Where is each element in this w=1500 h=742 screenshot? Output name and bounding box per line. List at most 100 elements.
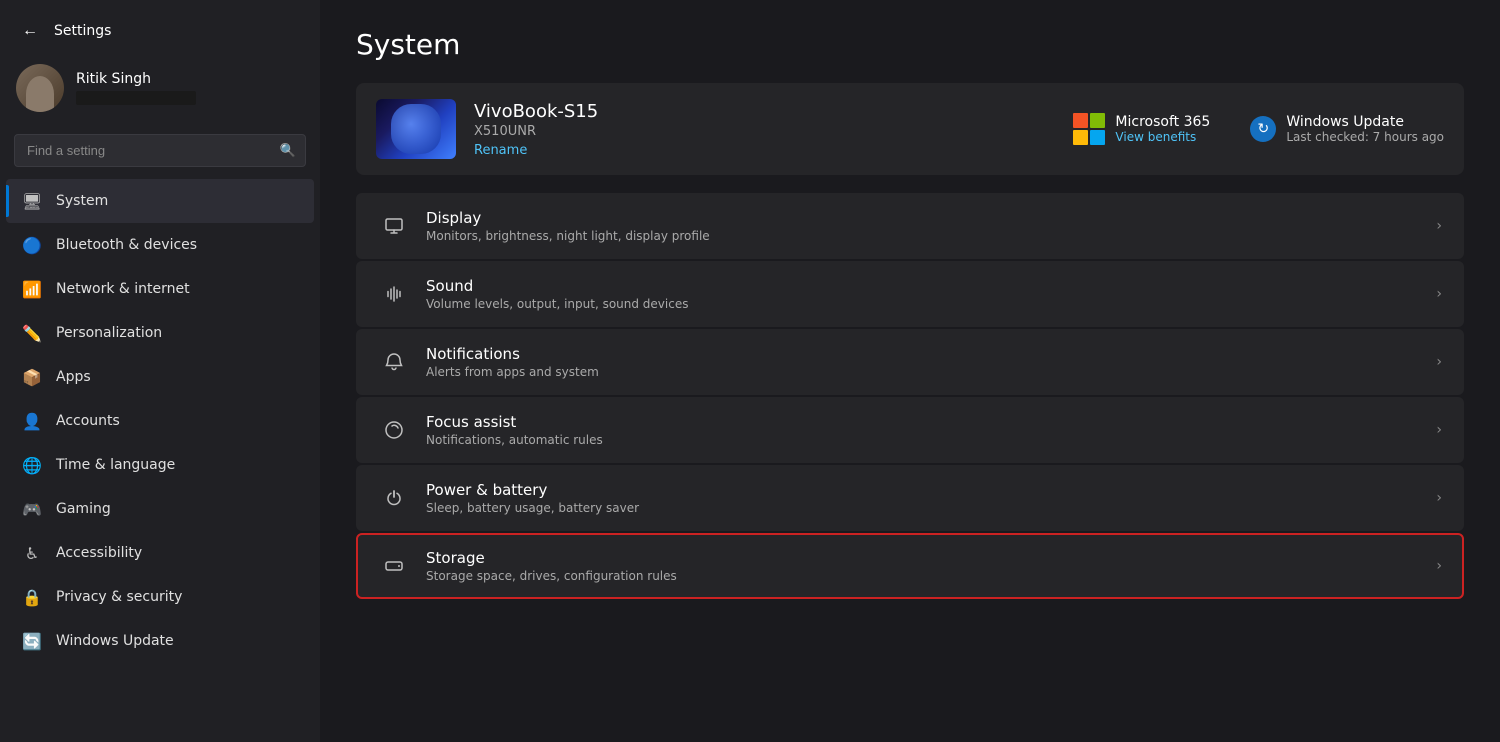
sidebar-item-windowsupdate[interactable]: 🔄 Windows Update	[6, 619, 314, 663]
notifications-content: Notifications Alerts from apps and system	[426, 345, 1426, 379]
device-card: VivoBook-S15 X510UNR Rename Microsoft 36…	[356, 83, 1464, 175]
sidebar-item-accounts[interactable]: 👤 Accounts	[6, 399, 314, 443]
apps-icon: 📦	[22, 367, 42, 387]
device-model: X510UNR	[474, 124, 1073, 139]
device-thumb-inner	[391, 104, 441, 154]
settings-item-storage[interactable]: Storage Storage space, drives, configurat…	[356, 533, 1464, 599]
ms-logo-red	[1073, 113, 1088, 128]
sidebar: ← Settings Ritik Singh 🔍 🖥 System 🔵 Bluetoo…	[0, 0, 320, 742]
sidebar-item-label-windowsupdate: Windows Update	[56, 633, 174, 649]
sidebar-item-label-accounts: Accounts	[56, 413, 120, 429]
windowsupdate-icon: 🔄	[22, 631, 42, 651]
notifications-chevron-icon: ›	[1436, 354, 1442, 370]
user-profile: Ritik Singh	[0, 54, 320, 128]
avatar-image	[16, 64, 64, 112]
user-bar-redacted	[76, 91, 196, 105]
settings-item-sound[interactable]: SoundVolume levels, output, input, sound…	[356, 261, 1464, 327]
sidebar-item-privacy[interactable]: 🔒 Privacy & security	[6, 575, 314, 619]
device-actions: Microsoft 365 View benefits ↻ Windows Up…	[1073, 113, 1444, 145]
microsoft365-action: Microsoft 365 View benefits	[1073, 113, 1210, 145]
power-desc: Sleep, battery usage, battery saver	[426, 501, 1426, 515]
sidebar-item-label-time: Time & language	[56, 457, 175, 473]
focus-title: Focus assist	[426, 413, 1426, 431]
settings-item-focus[interactable]: Focus assistNotifications, automatic rul…	[356, 397, 1464, 463]
avatar	[16, 64, 64, 112]
settings-list: DisplayMonitors, brightness, night light…	[356, 193, 1464, 599]
sidebar-item-label-bluetooth: Bluetooth & devices	[56, 237, 197, 253]
user-name: Ritik Singh	[76, 71, 196, 87]
storage-settings-icon	[378, 550, 410, 582]
bluetooth-icon: 🔵	[22, 235, 42, 255]
sidebar-item-gaming[interactable]: 🎮Gaming	[6, 487, 314, 531]
notifications-title: Notifications	[426, 345, 1426, 363]
search-box[interactable]: 🔍	[14, 134, 306, 167]
storage-title: Storage	[426, 549, 1426, 567]
focus-chevron-icon: ›	[1436, 422, 1442, 438]
power-title: Power & battery	[426, 481, 1426, 499]
sidebar-item-label-privacy: Privacy & security	[56, 589, 182, 605]
microsoft365-sublabel[interactable]: View benefits	[1115, 130, 1210, 144]
sidebar-item-time[interactable]: 🌐 Time & language	[6, 443, 314, 487]
storage-content: Storage Storage space, drives, configurat…	[426, 549, 1426, 583]
sidebar-item-label-accessibility: Accessibility	[56, 545, 142, 561]
search-icon: 🔍	[280, 143, 296, 158]
device-name: VivoBook-S15	[474, 101, 1073, 122]
power-content: Power & battery Sleep, battery usage, bat…	[426, 481, 1426, 515]
back-button[interactable]: ←	[16, 18, 44, 44]
windowsupdate-label: Windows Update	[1286, 114, 1444, 130]
sidebar-header: ← Settings	[0, 0, 320, 54]
sidebar-item-personalization[interactable]: ✏️ Personalization	[6, 311, 314, 355]
microsoft365-text: Microsoft 365 View benefits	[1115, 114, 1210, 144]
ms-logo-green	[1090, 113, 1105, 128]
windowsupdate-text: Windows Update Last checked: 7 hours ago	[1286, 114, 1444, 144]
personalization-icon: ✏️	[22, 323, 42, 343]
device-thumbnail	[376, 99, 456, 159]
settings-item-display[interactable]: DisplayMonitors, brightness, night light…	[356, 193, 1464, 259]
sidebar-item-accessibility[interactable]: ♿ Accessibility	[6, 531, 314, 575]
storage-desc: Storage space, drives, configuration rul…	[426, 569, 1426, 583]
sidebar-nav: 🖥 System 🔵 Bluetooth & devices 📶Network & in…	[0, 179, 320, 663]
network-icon: 📶	[22, 279, 42, 299]
power-chevron-icon: ›	[1436, 490, 1442, 506]
sound-settings-icon	[378, 278, 410, 310]
avatar-figure	[26, 76, 54, 112]
sidebar-item-bluetooth[interactable]: 🔵 Bluetooth & devices	[6, 223, 314, 267]
sound-chevron-icon: ›	[1436, 286, 1442, 302]
page-title: System	[356, 28, 1464, 61]
microsoft-logo	[1073, 113, 1105, 145]
sidebar-item-label-system: System	[56, 193, 108, 209]
settings-item-power[interactable]: Power & battery Sleep, battery usage, bat…	[356, 465, 1464, 531]
display-desc: Monitors, brightness, night light, displ…	[426, 229, 1426, 243]
windowsupdate-action: ↻ Windows Update Last checked: 7 hours a…	[1250, 113, 1444, 145]
accounts-icon: 👤	[22, 411, 42, 431]
sidebar-item-network[interactable]: 📶Network & internet	[6, 267, 314, 311]
sound-content: SoundVolume levels, output, input, sound…	[426, 277, 1426, 311]
settings-item-notifications[interactable]: Notifications Alerts from apps and system…	[356, 329, 1464, 395]
ms-logo-blue	[1090, 130, 1105, 145]
sidebar-item-label-personalization: Personalization	[56, 325, 162, 341]
accessibility-icon: ♿	[22, 543, 42, 563]
ms-logo-yellow	[1073, 130, 1088, 145]
notifications-settings-icon	[378, 346, 410, 378]
microsoft365-label: Microsoft 365	[1115, 114, 1210, 130]
main-content: System VivoBook-S15 X510UNR Rename Micro…	[320, 0, 1500, 742]
update-icon: ↻	[1250, 116, 1276, 142]
device-rename-link[interactable]: Rename	[474, 143, 527, 158]
notifications-desc: Alerts from apps and system	[426, 365, 1426, 379]
system-icon: 🖥	[22, 191, 42, 211]
user-name-block: Ritik Singh	[76, 71, 196, 105]
time-icon: 🌐	[22, 455, 42, 475]
windowsupdate-sublabel: Last checked: 7 hours ago	[1286, 130, 1444, 144]
focus-content: Focus assistNotifications, automatic rul…	[426, 413, 1426, 447]
focus-settings-icon	[378, 414, 410, 446]
privacy-icon: 🔒	[22, 587, 42, 607]
display-content: DisplayMonitors, brightness, night light…	[426, 209, 1426, 243]
power-settings-icon	[378, 482, 410, 514]
gaming-icon: 🎮	[22, 499, 42, 519]
search-input[interactable]	[14, 134, 306, 167]
sidebar-item-label-apps: Apps	[56, 369, 91, 385]
display-settings-icon	[378, 210, 410, 242]
sound-title: Sound	[426, 277, 1426, 295]
sidebar-item-apps[interactable]: 📦 Apps	[6, 355, 314, 399]
sidebar-item-system[interactable]: 🖥 System	[6, 179, 314, 223]
